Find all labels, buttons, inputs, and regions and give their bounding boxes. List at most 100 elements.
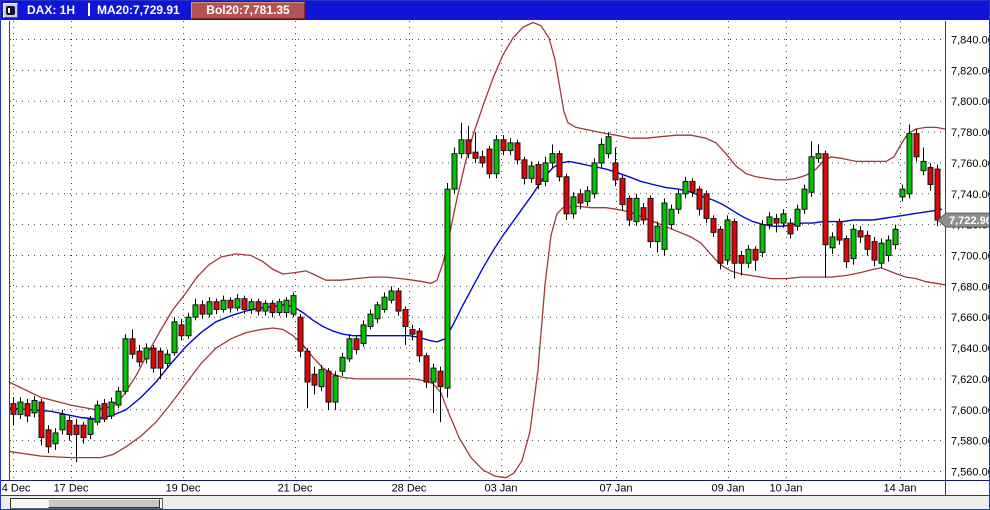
candle-down — [4, 416, 9, 439]
candle-up — [381, 296, 388, 310]
x-axis-label: 07 Jan — [599, 483, 632, 495]
candle-down — [304, 350, 311, 383]
x-axis-label: 17 Dec — [54, 483, 89, 495]
candle-up — [668, 208, 675, 226]
candle-down — [437, 370, 444, 388]
candle-down — [178, 324, 185, 337]
chart-window: DAX: 1H MA20:7,729.91 Bol20:7,781.35 7,8… — [0, 0, 990, 510]
bollinger-value-badge[interactable]: Bol20:7,781.35 — [191, 2, 305, 19]
candle-up — [794, 208, 801, 227]
candle-up — [59, 413, 66, 431]
symbol-timeframe-label: DAX: 1H — [27, 3, 76, 17]
candle-up — [633, 197, 640, 223]
candle-up — [878, 242, 885, 264]
candle-up — [108, 401, 115, 417]
candle-up — [815, 153, 822, 159]
candle-down — [150, 347, 157, 369]
candle-up — [885, 239, 892, 256]
x-axis-label: 19 Dec — [166, 483, 201, 495]
y-axis-label: 7,760.00 — [951, 158, 990, 170]
ma20-value-label: MA20:7,729.91 — [97, 3, 180, 17]
candle-up — [206, 301, 213, 315]
plot-area[interactable] — [10, 21, 945, 479]
candle-down — [311, 373, 318, 386]
chart-window-icon[interactable] — [3, 3, 18, 18]
candle-up — [591, 162, 598, 195]
candle-down — [710, 217, 717, 233]
candle-up — [360, 324, 367, 344]
chart-titlebar: DAX: 1H MA20:7,729.91 Bol20:7,781.35 — [1, 1, 989, 20]
candle-down — [416, 330, 423, 357]
h-scrollbar-track[interactable] — [10, 498, 163, 509]
candle-up — [899, 188, 906, 198]
candle-down — [514, 142, 521, 161]
candle-up — [745, 248, 752, 264]
candle-down — [787, 222, 794, 235]
h-scrollbar-thumb[interactable] — [48, 499, 160, 508]
candle-up — [115, 390, 122, 406]
candle-up — [780, 213, 787, 224]
candle-down — [752, 248, 759, 261]
candle-up — [451, 153, 458, 190]
candle-down — [199, 304, 206, 315]
candle-up — [374, 304, 381, 320]
candle-down — [696, 188, 703, 210]
candle-down — [612, 162, 619, 181]
candle-up — [430, 367, 437, 383]
candle-up — [675, 193, 682, 210]
candle-down — [45, 429, 52, 448]
candle-up — [143, 347, 150, 360]
y-axis-label: 7,840.00 — [951, 35, 990, 47]
y-axis-label: 7,580.00 — [951, 436, 990, 448]
y-axis-label: 7,820.00 — [951, 65, 990, 77]
candle-down — [423, 355, 430, 383]
x-axis-label: 10 Jan — [769, 483, 802, 495]
candle-down — [927, 167, 934, 186]
y-axis-label: 7,740.00 — [951, 189, 990, 201]
candle-down — [556, 153, 563, 178]
candle-down — [836, 221, 843, 241]
candle-up — [549, 153, 556, 164]
candle-down — [465, 139, 472, 155]
bottom-scroll-strip — [1, 496, 989, 509]
candle-up — [661, 202, 668, 250]
candle-down — [38, 401, 45, 439]
candle-down — [626, 197, 633, 221]
y-axis-label: 7,620.00 — [951, 374, 990, 386]
candle-down — [871, 241, 878, 261]
candle-up — [542, 162, 549, 182]
candle-down — [913, 133, 920, 158]
candle-up — [892, 228, 899, 246]
candle-down — [129, 338, 136, 355]
candle-down — [717, 228, 724, 264]
x-axis-label: 28 Dec — [392, 483, 427, 495]
candle-down — [80, 424, 87, 439]
candle-up — [192, 304, 199, 318]
candle-up — [164, 353, 171, 364]
candle-up — [17, 401, 24, 415]
candle-up — [598, 143, 605, 164]
candle-down — [241, 298, 248, 310]
candle-up — [388, 290, 395, 301]
candle-up — [493, 139, 500, 175]
candle-down — [773, 217, 780, 224]
candle-up — [318, 369, 325, 388]
candle-down — [731, 221, 738, 264]
candle-down — [409, 329, 416, 335]
candle-up — [283, 299, 290, 314]
candle-up — [458, 139, 465, 155]
candlestick-mini-icon — [6, 6, 15, 15]
candle-down — [689, 180, 696, 193]
y-axis-label: 7,660.00 — [951, 312, 990, 324]
candle-down — [136, 350, 143, 363]
candle-down — [486, 148, 493, 175]
candle-down — [472, 151, 479, 159]
candle-up — [654, 225, 661, 243]
candle-down — [577, 193, 584, 204]
candle-up — [31, 400, 38, 414]
candle-up — [346, 338, 353, 360]
y-axis-label: 7,800.00 — [951, 96, 990, 108]
candle-up — [234, 298, 241, 309]
candle-up — [276, 301, 283, 314]
candle-down — [738, 254, 745, 264]
